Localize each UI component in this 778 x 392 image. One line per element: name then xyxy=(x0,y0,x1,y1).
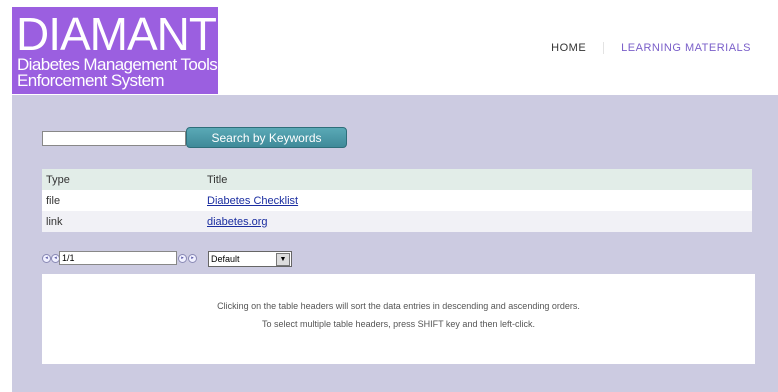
nav-home[interactable]: HOME xyxy=(534,42,603,54)
top-nav: HOME LEARNING MATERIALS xyxy=(534,40,778,56)
logo-subtitle-line-2: Enforcement System xyxy=(17,71,165,90)
table-row: link diabetes.org xyxy=(42,211,752,232)
page-size-value: Default xyxy=(211,254,240,264)
logo-title: DIAMANTES xyxy=(16,8,218,60)
page-size-select[interactable]: Default ▼ xyxy=(208,251,292,267)
help-text-line-2: To select multiple table headers, press … xyxy=(262,319,535,329)
next-page-icon[interactable]: ▸ xyxy=(178,254,187,263)
site-logo[interactable]: DIAMANTES Diabetes Management Tools Enfo… xyxy=(12,7,218,94)
search-input[interactable] xyxy=(42,131,186,146)
cell-type: file xyxy=(46,194,61,207)
last-page-icon[interactable]: ▸ xyxy=(188,254,197,263)
help-text-line-1: Clicking on the table headers will sort … xyxy=(217,301,580,311)
page-number-input[interactable]: 1/1 xyxy=(59,251,177,265)
chevron-down-icon[interactable]: ▼ xyxy=(276,253,290,266)
column-header-type[interactable]: Type xyxy=(42,174,207,186)
cell-title-link[interactable]: Diabetes Checklist xyxy=(207,195,298,207)
cell-title-link[interactable]: diabetes.org xyxy=(207,216,268,228)
nav-learning-materials[interactable]: LEARNING MATERIALS xyxy=(603,42,778,54)
table-row: file Diabetes Checklist xyxy=(42,190,752,211)
logo-subtitle: Diabetes Management Tools Enforcement Sy… xyxy=(17,56,218,90)
table-header-row: Type Title xyxy=(42,169,752,190)
search-button[interactable]: Search by Keywords xyxy=(186,127,347,148)
cell-type: link xyxy=(46,215,63,228)
sort-help-panel: Clicking on the table headers will sort … xyxy=(42,274,755,364)
resource-table: Type Title file Diabetes Checklist link … xyxy=(42,169,752,232)
first-page-icon[interactable]: ◂ xyxy=(42,254,51,263)
content-area: Search by Keywords Type Title file Diabe… xyxy=(12,95,778,392)
column-header-title[interactable]: Title xyxy=(207,174,227,186)
